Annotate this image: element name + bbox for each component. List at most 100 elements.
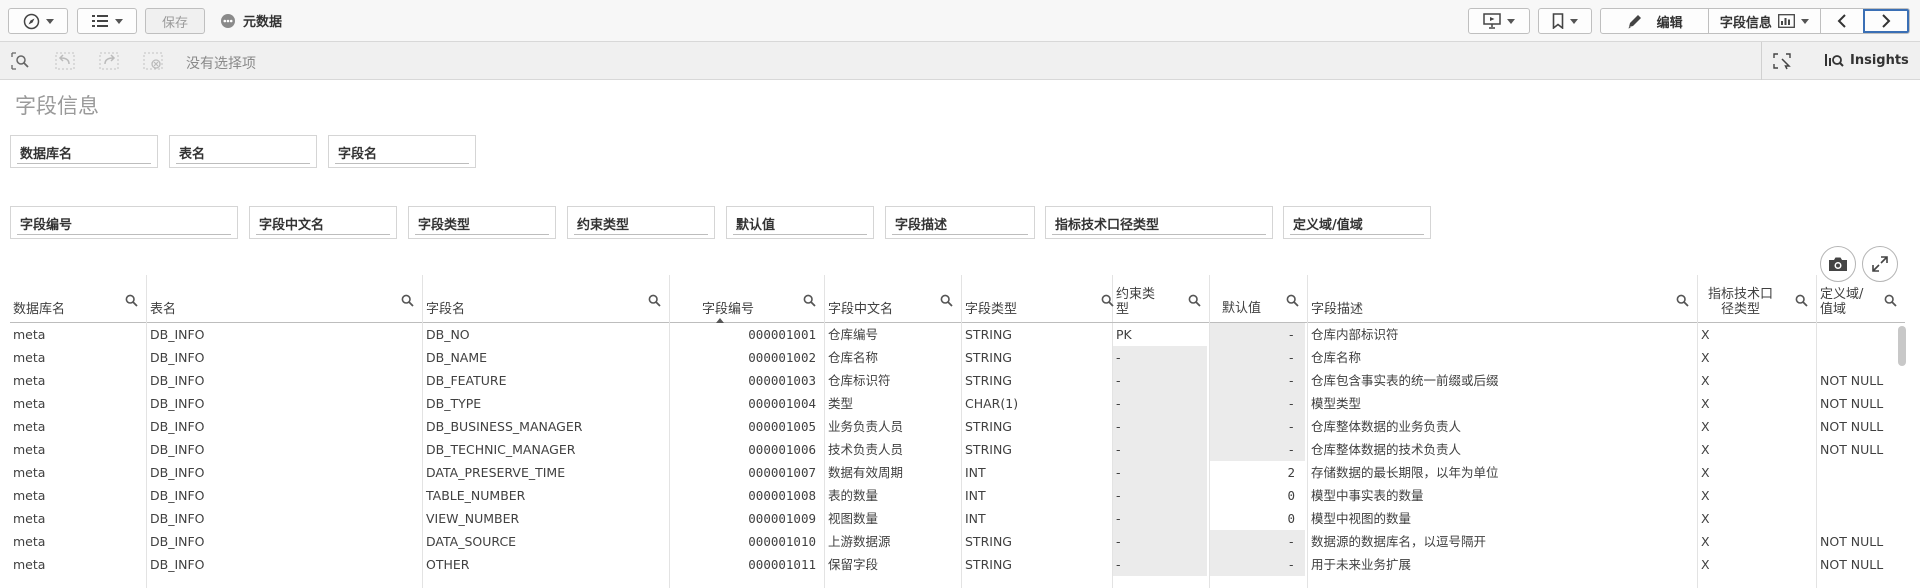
filter-field-number[interactable]: 字段编号 <box>10 206 238 239</box>
app-icon <box>221 13 235 28</box>
cell-field-chinese-name: 业务负责人员 <box>828 419 904 434</box>
cell-field-number: 000001010 <box>748 534 816 549</box>
search-icon[interactable] <box>648 294 661 307</box>
table-row[interactable]: meta DB_INFO DB_BUSINESS_MANAGER 000001005 业… <box>10 415 1905 438</box>
filter-constraint-type[interactable]: 约束类型 <box>567 206 715 239</box>
cell-db-name: meta <box>13 350 46 365</box>
filter-label: 字段名 <box>338 147 378 162</box>
table-row[interactable]: meta DB_INFO OTHER 000001011 保留字段 STRING - - 用于未… <box>10 553 1905 576</box>
table-row[interactable]: meta DB_INFO DB_TYPE 000001004 类型 CHAR(1) - - 模型… <box>10 392 1905 415</box>
cell-default-value: - <box>1210 346 1305 369</box>
table-row[interactable]: meta DB_INFO DB_TECHNIC_MANAGER 000001006 技术… <box>10 438 1905 461</box>
sheet-actions-group: 编辑 字段信息 <box>1600 8 1910 34</box>
cell-field-number: 000001009 <box>748 511 816 526</box>
search-icon[interactable] <box>1188 294 1201 307</box>
column-header-label: 数据库名 <box>13 302 66 317</box>
column-header-field-description[interactable]: 字段描述 <box>1308 275 1697 323</box>
column-header-field-chinese-name[interactable]: 字段中文名 <box>825 275 961 323</box>
cell-field-type: INT <box>965 488 986 503</box>
previous-sheet-button[interactable] <box>1819 9 1864 33</box>
save-button[interactable]: 保存 <box>145 8 205 34</box>
cell-default-value: - <box>1210 438 1305 461</box>
filter-database-name[interactable]: 数据库名 <box>10 135 158 168</box>
cell-table-name: DB_INFO <box>150 511 205 526</box>
insights-button[interactable]: Insights <box>1824 52 1909 68</box>
table-row[interactable]: meta DB_INFO DB_FEATURE 000001003 仓库标识符 STRIN… <box>10 369 1905 392</box>
column-header-field-type[interactable]: 字段类型 <box>962 275 1122 323</box>
cell-field-number: 000001003 <box>748 373 816 388</box>
column-header-table-name[interactable]: 表名 <box>147 275 422 323</box>
search-icon[interactable] <box>940 294 953 307</box>
cell-field-description: 仓库整体数据的技术负责人 <box>1311 442 1462 457</box>
filter-domain[interactable]: 定义域/值域 <box>1283 206 1431 239</box>
next-sheet-button[interactable] <box>1863 9 1909 33</box>
cell-field-number: 000001006 <box>748 442 816 457</box>
bookmark-button[interactable] <box>1538 8 1592 34</box>
search-icon[interactable] <box>1884 294 1897 307</box>
search-icon[interactable] <box>125 294 138 307</box>
cell-constraint-type: - <box>1113 392 1207 415</box>
cell-field-name: OTHER <box>426 557 470 572</box>
column-header-field-number[interactable]: 字段编号 <box>670 275 824 323</box>
search-icon[interactable] <box>1676 294 1689 307</box>
top-toolbar: 保存 元数据 编辑 字段信息 <box>0 0 1920 42</box>
cell-metric-type: X <box>1701 327 1710 342</box>
table-row[interactable]: meta DB_INFO TABLE_NUMBER 000001008 表的数量 INT -… <box>10 484 1905 507</box>
column-header-field-name[interactable]: 字段名 <box>423 275 669 323</box>
cell-field-description: 仓库名称 <box>1311 350 1362 365</box>
filter-table-name[interactable]: 表名 <box>169 135 317 168</box>
table-row[interactable]: meta DB_INFO DATA_SOURCE 000001010 上游数据源 STRI… <box>10 530 1905 553</box>
present-button[interactable] <box>1468 8 1530 34</box>
column-header-domain[interactable]: 定义域/ 值域 <box>1817 275 1905 323</box>
step-forward-icon[interactable] <box>99 52 119 70</box>
cell-metric-type: X <box>1701 511 1710 526</box>
cell-field-description: 存储数据的最长期限，以年为单位 <box>1311 465 1499 480</box>
filter-label: 字段中文名 <box>259 218 325 233</box>
filter-default-value[interactable]: 默认值 <box>726 206 874 239</box>
search-icon[interactable] <box>401 294 414 307</box>
column-header-constraint-type[interactable]: 约束类 型 <box>1113 275 1209 323</box>
filter-field-name[interactable]: 字段名 <box>328 135 476 168</box>
search-icon[interactable] <box>803 294 816 307</box>
cell-default-value: - <box>1210 530 1305 553</box>
sheet-list-button[interactable] <box>77 8 137 34</box>
edit-button[interactable]: 编辑 <box>1601 9 1708 33</box>
table-row[interactable]: meta DB_INFO DB_NO 000001001 仓库编号 STRING PK - 仓库… <box>10 323 1905 346</box>
cell-metric-type: X <box>1701 350 1710 365</box>
chevron-down-icon <box>1800 18 1809 24</box>
filter-field-type[interactable]: 字段类型 <box>408 206 556 239</box>
sheet-menu-button[interactable]: 字段信息 <box>1708 9 1819 33</box>
bookmark-icon <box>1552 13 1564 29</box>
no-selection-text: 没有选择项 <box>186 56 256 72</box>
cell-metric-type: X <box>1701 488 1710 503</box>
column-header-default-value[interactable]: 默认值 <box>1210 275 1307 323</box>
cell-default-value: 2 <box>1287 465 1295 480</box>
step-back-icon[interactable] <box>55 52 75 70</box>
search-icon[interactable] <box>1795 294 1808 307</box>
cell-default-value: 0 <box>1287 511 1295 526</box>
filter-label: 数据库名 <box>20 147 73 162</box>
filter-metric-type[interactable]: 指标技术口径类型 <box>1045 206 1273 239</box>
column-header-db-name[interactable]: 数据库名 <box>10 275 146 323</box>
cell-domain: NOT NULL <box>1820 442 1884 457</box>
smart-search-icon[interactable] <box>11 52 31 70</box>
filter-field-description[interactable]: 字段描述 <box>885 206 1035 239</box>
filter-field-chinese-name[interactable]: 字段中文名 <box>249 206 397 239</box>
insights-icon <box>1825 54 1844 67</box>
column-header-metric-type[interactable]: 指标技术口 径类型 <box>1698 275 1816 323</box>
cell-default-value: - <box>1210 392 1305 415</box>
table-row[interactable]: meta DB_INFO DB_NAME 000001002 仓库名称 STRING - - 仓… <box>10 346 1905 369</box>
cell-field-name: DB_TECHNIC_MANAGER <box>426 442 576 457</box>
clear-selections-icon[interactable] <box>143 52 163 70</box>
cell-table-name: DB_INFO <box>150 442 205 457</box>
table-row[interactable]: meta DB_INFO VIEW_NUMBER 000001009 视图数量 INT - 0… <box>10 507 1905 530</box>
lasso-select-icon[interactable] <box>1772 52 1792 70</box>
table-scrollbar[interactable] <box>1898 326 1906 366</box>
column-header-label: 指标技术口 径类型 <box>1708 287 1774 317</box>
cell-default-value: - <box>1210 323 1305 346</box>
search-icon[interactable] <box>1286 294 1299 307</box>
cell-domain <box>1817 346 1905 369</box>
navigation-menu-button[interactable] <box>8 8 68 34</box>
cell-field-type: STRING <box>965 442 1012 457</box>
table-row[interactable]: meta DB_INFO DATA_PRESERVE_TIME 000001007 数据… <box>10 461 1905 484</box>
